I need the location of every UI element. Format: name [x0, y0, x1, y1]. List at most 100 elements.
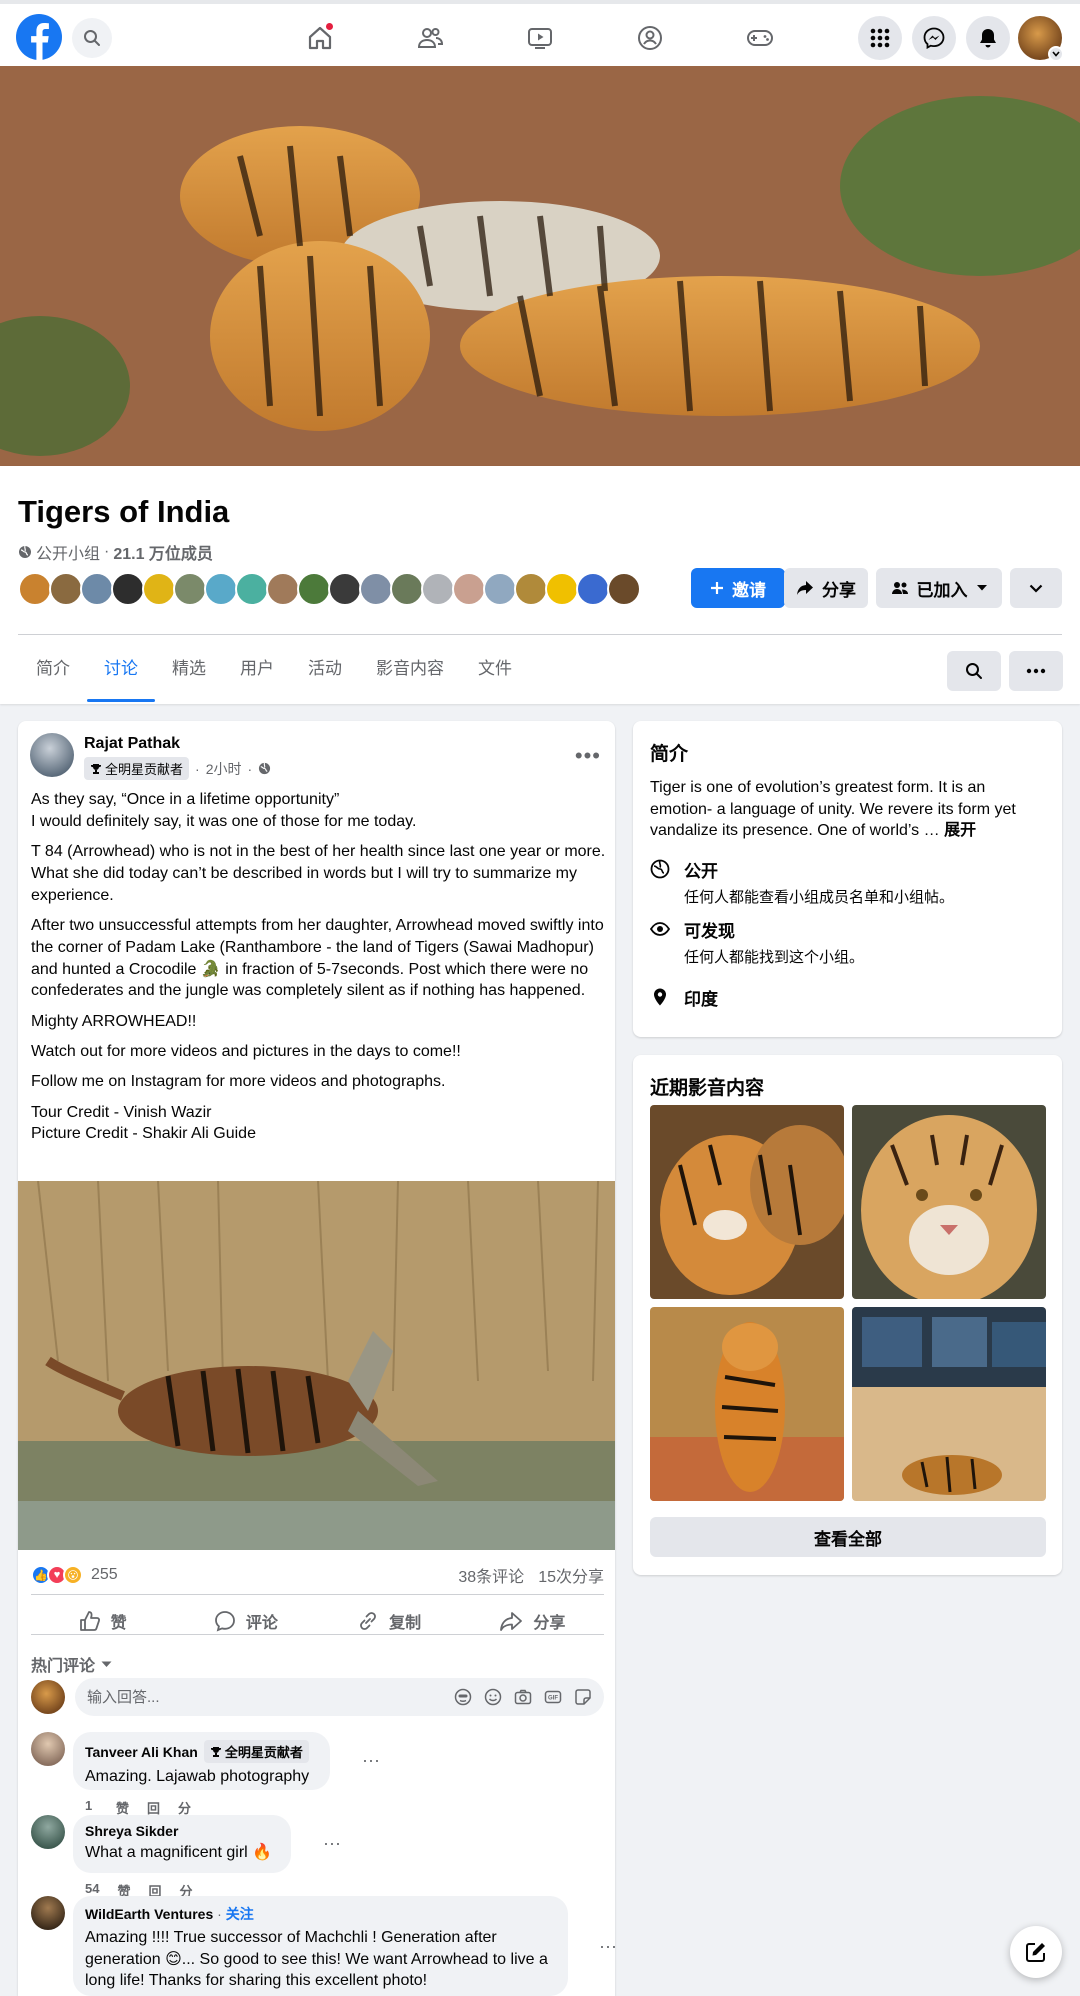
member-avatar[interactable]	[235, 572, 269, 606]
gaming-icon[interactable]	[740, 18, 780, 58]
comments-count[interactable]: 38条评论	[458, 1563, 524, 1587]
commenter-name[interactable]: Tanveer Ali Khan	[85, 1744, 198, 1760]
thumbs-up-icon	[79, 1611, 100, 1631]
comment-sort-dropdown[interactable]: 热门评论	[31, 1652, 112, 1676]
comment-input-box[interactable]: GIF	[75, 1678, 604, 1716]
commenter-avatar[interactable]	[31, 1732, 65, 1766]
contributor-badge[interactable]: 全明星贡献者	[84, 757, 190, 780]
more-options-chevron-button[interactable]	[1010, 568, 1062, 608]
group-more-button[interactable]	[1009, 651, 1063, 691]
member-avatar[interactable]	[359, 572, 393, 606]
copy-link-button[interactable]: 复制	[318, 1599, 461, 1643]
notifications-bell-icon[interactable]	[966, 16, 1010, 60]
commenter-avatar[interactable]	[31, 1896, 65, 1930]
shares-count[interactable]: 15次分享	[538, 1563, 604, 1587]
member-avatar[interactable]	[297, 572, 331, 606]
member-avatar[interactable]	[204, 572, 238, 606]
chevron-down-icon[interactable]	[1048, 46, 1064, 62]
member-avatar[interactable]	[607, 572, 641, 606]
comment-more-icon[interactable]: ···	[323, 1833, 341, 1854]
follow-separator: ·	[213, 1906, 226, 1922]
messenger-icon[interactable]	[912, 16, 956, 60]
comment-icon	[214, 1611, 235, 1632]
commenter-avatar[interactable]	[31, 1815, 65, 1849]
post-more-options-icon[interactable]: •••	[575, 743, 601, 769]
expand-link[interactable]: 展开	[944, 822, 976, 839]
contributor-badge[interactable]: 全明星贡献者	[203, 1740, 309, 1763]
privacy-description: 任何人都能查看小组成员名单和小组帖。	[684, 889, 955, 906]
new-message-button[interactable]	[1010, 1926, 1062, 1978]
home-icon[interactable]	[300, 18, 340, 58]
tab-discussion[interactable]: 讨论	[87, 638, 155, 702]
facebook-logo-icon[interactable]	[16, 14, 62, 60]
groups-icon[interactable]	[630, 18, 670, 58]
group-privacy[interactable]: 公开小组	[36, 540, 100, 564]
reaction-count[interactable]: 255	[91, 1566, 118, 1584]
profile-avatar[interactable]	[1018, 16, 1064, 62]
comment-input[interactable]	[87, 1688, 454, 1706]
like-button[interactable]: 赞	[31, 1599, 174, 1643]
my-avatar[interactable]	[31, 1680, 65, 1714]
commenter-name-row: WildEarth Ventures · 关注	[85, 1904, 556, 1924]
friends-icon[interactable]	[410, 18, 450, 58]
header-divider	[18, 634, 1062, 635]
member-avatar[interactable]	[266, 572, 300, 606]
comment-button[interactable]: 评论	[174, 1599, 317, 1643]
follow-link[interactable]: 关注	[226, 1906, 254, 1922]
see-all-media-button[interactable]: 查看全部	[650, 1517, 1046, 1557]
tab-featured[interactable]: 精选	[155, 638, 223, 702]
joined-label: 已加入	[916, 580, 968, 600]
camera-icon[interactable]	[514, 1688, 532, 1706]
tab-people[interactable]: 用户	[223, 638, 291, 702]
share-group-button[interactable]: 分享	[784, 568, 868, 608]
member-avatar[interactable]	[173, 572, 207, 606]
commenter-name[interactable]: WildEarth Ventures	[85, 1906, 213, 1922]
comment-text: What a magnificent girl 🔥	[85, 1844, 273, 1861]
member-avatar[interactable]	[576, 572, 610, 606]
media-thumbnail[interactable]	[650, 1105, 844, 1299]
location-text: 印度	[684, 990, 718, 1009]
watch-video-icon[interactable]	[520, 18, 560, 58]
media-thumbnail[interactable]	[650, 1307, 844, 1501]
comment-more-icon[interactable]: ···	[362, 1750, 380, 1771]
search-icon[interactable]	[72, 18, 112, 58]
group-cover-photo[interactable]	[0, 66, 1080, 466]
author-avatar[interactable]	[30, 733, 74, 777]
invite-button[interactable]: 邀请	[691, 568, 785, 608]
member-avatar[interactable]	[483, 572, 517, 606]
share-post-button[interactable]: 分享	[461, 1599, 604, 1643]
media-thumbnail[interactable]	[852, 1307, 1046, 1501]
sticker-icon[interactable]	[574, 1688, 592, 1706]
member-avatar[interactable]	[18, 572, 52, 606]
tab-about[interactable]: 简介	[18, 638, 87, 702]
post-photo[interactable]	[18, 1181, 615, 1550]
avatar-sticker-icon[interactable]	[454, 1688, 472, 1706]
member-avatar[interactable]	[421, 572, 455, 606]
tab-events[interactable]: 活动	[291, 638, 359, 702]
emoji-icon[interactable]	[484, 1688, 502, 1706]
member-avatar[interactable]	[390, 572, 424, 606]
member-avatar[interactable]	[80, 572, 114, 606]
post-time[interactable]: 2小时	[206, 759, 242, 779]
member-avatar[interactable]	[328, 572, 362, 606]
reaction-icons[interactable]: 👍 ♥ 😮	[31, 1565, 83, 1585]
commenter-name[interactable]: Shreya Sikder	[85, 1823, 178, 1839]
member-avatar[interactable]	[49, 572, 83, 606]
comment-more-icon[interactable]: ···	[599, 1936, 615, 1957]
member-avatar[interactable]	[514, 572, 548, 606]
member-avatar[interactable]	[452, 572, 486, 606]
post-author-name[interactable]: Rajat Pathak	[84, 735, 180, 753]
gif-icon[interactable]: GIF	[544, 1688, 562, 1706]
group-members-count[interactable]: 21.1 万位成员	[113, 540, 213, 564]
menu-grid-icon[interactable]	[858, 16, 902, 60]
group-search-button[interactable]	[947, 651, 1001, 691]
joined-dropdown-button[interactable]: 已加入	[876, 568, 1002, 608]
tab-files[interactable]: 文件	[461, 638, 529, 702]
member-avatar[interactable]	[111, 572, 145, 606]
share-arrow-icon	[797, 581, 813, 595]
member-avatars[interactable]	[18, 572, 641, 608]
member-avatar[interactable]	[545, 572, 579, 606]
member-avatar[interactable]	[142, 572, 176, 606]
media-thumbnail[interactable]	[852, 1105, 1046, 1299]
tab-media[interactable]: 影音内容	[359, 638, 461, 702]
